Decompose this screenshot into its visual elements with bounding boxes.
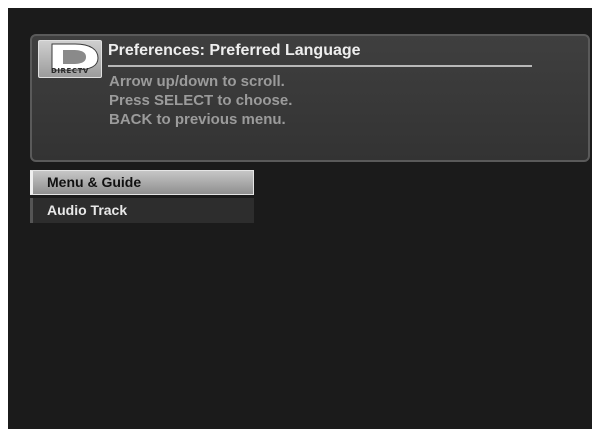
menu-item-audio-track[interactable]: Audio Track bbox=[30, 198, 254, 223]
title-divider bbox=[108, 65, 532, 67]
tv-screen: DIRECTV Preferences: Preferred Language … bbox=[8, 8, 592, 429]
menu-item-menu-guide[interactable]: Menu & Guide bbox=[30, 170, 254, 195]
language-menu: Menu & Guide Audio Track bbox=[30, 170, 254, 226]
instructions: Arrow up/down to scroll. Press SELECT to… bbox=[109, 72, 292, 129]
instruction-back: BACK to previous menu. bbox=[109, 111, 286, 128]
page-title: Preferences: Preferred Language bbox=[108, 42, 361, 59]
directv-logo: DIRECTV bbox=[38, 40, 102, 78]
instruction-select: Press SELECT to choose. bbox=[109, 92, 293, 109]
info-panel: DIRECTV Preferences: Preferred Language … bbox=[30, 34, 590, 162]
logo-text: DIRECTV bbox=[50, 67, 90, 75]
instruction-scroll: Arrow up/down to scroll. bbox=[109, 73, 285, 90]
